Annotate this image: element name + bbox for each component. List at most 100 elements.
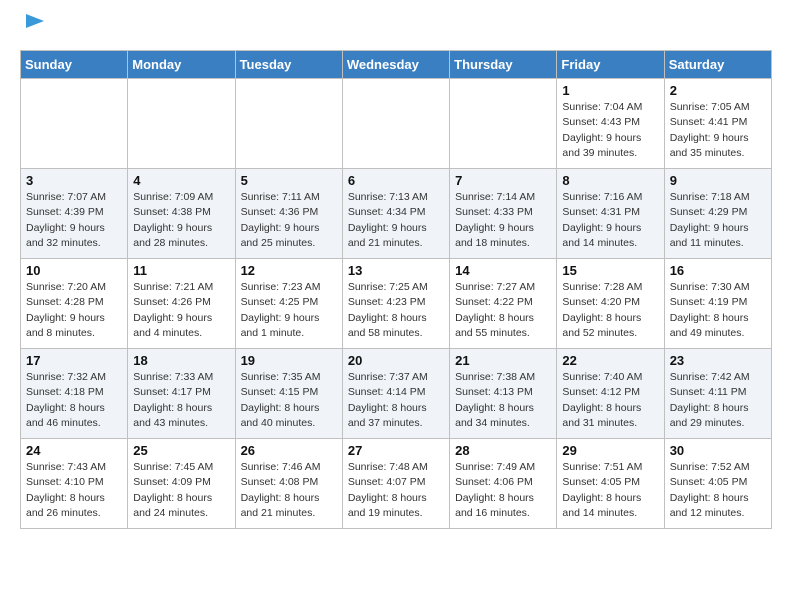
weekday-header: Tuesday [235, 51, 342, 79]
calendar-cell: 30 Sunrise: 7:52 AM Sunset: 4:05 PM Dayli… [664, 439, 771, 529]
day-info: Sunrise: 7:23 AM Sunset: 4:25 PM Dayligh… [241, 281, 321, 339]
weekday-header: Monday [128, 51, 235, 79]
day-info: Sunrise: 7:18 AM Sunset: 4:29 PM Dayligh… [670, 191, 750, 249]
calendar-cell: 25 Sunrise: 7:45 AM Sunset: 4:09 PM Dayli… [128, 439, 235, 529]
day-number: 28 [455, 443, 551, 458]
day-number: 12 [241, 263, 337, 278]
day-number: 16 [670, 263, 766, 278]
day-info: Sunrise: 7:27 AM Sunset: 4:22 PM Dayligh… [455, 281, 535, 339]
calendar-week-row: 24 Sunrise: 7:43 AM Sunset: 4:10 PM Dayli… [21, 439, 772, 529]
day-number: 30 [670, 443, 766, 458]
weekday-header: Friday [557, 51, 664, 79]
weekday-header: Thursday [450, 51, 557, 79]
day-number: 26 [241, 443, 337, 458]
calendar-cell: 11 Sunrise: 7:21 AM Sunset: 4:26 PM Dayli… [128, 259, 235, 349]
calendar-cell [342, 79, 449, 169]
day-number: 15 [562, 263, 658, 278]
calendar-cell: 5 Sunrise: 7:11 AM Sunset: 4:36 PM Daylig… [235, 169, 342, 259]
calendar-cell: 29 Sunrise: 7:51 AM Sunset: 4:05 PM Dayli… [557, 439, 664, 529]
calendar-cell: 20 Sunrise: 7:37 AM Sunset: 4:14 PM Dayli… [342, 349, 449, 439]
calendar-cell: 22Sunrise: 7:40 AM Sunset: 4:12 PM Dayli… [557, 349, 664, 439]
day-number: 9 [670, 173, 766, 188]
day-info: Sunrise: 7:32 AM Sunset: 4:18 PM Dayligh… [26, 371, 106, 429]
day-number: 14 [455, 263, 551, 278]
day-number: 13 [348, 263, 444, 278]
day-info: Sunrise: 7:49 AM Sunset: 4:06 PM Dayligh… [455, 461, 535, 519]
weekday-header: Wednesday [342, 51, 449, 79]
logo [20, 16, 46, 40]
day-number: 23 [670, 353, 766, 368]
day-number: 25 [133, 443, 229, 458]
day-info: Sunrise: 7:28 AM Sunset: 4:20 PM Dayligh… [562, 281, 642, 339]
day-info: Sunrise: 7:21 AM Sunset: 4:26 PM Dayligh… [133, 281, 213, 339]
day-number: 27 [348, 443, 444, 458]
calendar-week-row: 1Sunrise: 7:04 AM Sunset: 4:43 PM Daylig… [21, 79, 772, 169]
day-info: Sunrise: 7:04 AM Sunset: 4:43 PM Dayligh… [562, 101, 642, 159]
day-number: 21 [455, 353, 551, 368]
calendar-cell: 15 Sunrise: 7:28 AM Sunset: 4:20 PM Dayli… [557, 259, 664, 349]
calendar-cell: 16Sunrise: 7:30 AM Sunset: 4:19 PM Dayli… [664, 259, 771, 349]
calendar-cell: 1Sunrise: 7:04 AM Sunset: 4:43 PM Daylig… [557, 79, 664, 169]
calendar-week-row: 17 Sunrise: 7:32 AM Sunset: 4:18 PM Dayli… [21, 349, 772, 439]
day-number: 4 [133, 173, 229, 188]
day-info: Sunrise: 7:09 AM Sunset: 4:38 PM Dayligh… [133, 191, 213, 249]
calendar-cell: 13 Sunrise: 7:25 AM Sunset: 4:23 PM Dayli… [342, 259, 449, 349]
calendar-cell: 6 Sunrise: 7:13 AM Sunset: 4:34 PM Daylig… [342, 169, 449, 259]
day-info: Sunrise: 7:25 AM Sunset: 4:23 PM Dayligh… [348, 281, 428, 339]
calendar-cell: 7 Sunrise: 7:14 AM Sunset: 4:33 PM Daylig… [450, 169, 557, 259]
day-info: Sunrise: 7:33 AM Sunset: 4:17 PM Dayligh… [133, 371, 213, 429]
day-info: Sunrise: 7:43 AM Sunset: 4:10 PM Dayligh… [26, 461, 106, 519]
day-info: Sunrise: 7:45 AM Sunset: 4:09 PM Dayligh… [133, 461, 213, 519]
day-number: 20 [348, 353, 444, 368]
calendar-cell [128, 79, 235, 169]
calendar-cell: 14 Sunrise: 7:27 AM Sunset: 4:22 PM Dayli… [450, 259, 557, 349]
calendar-cell: 23 Sunrise: 7:42 AM Sunset: 4:11 PM Dayli… [664, 349, 771, 439]
day-info: Sunrise: 7:13 AM Sunset: 4:34 PM Dayligh… [348, 191, 428, 249]
logo-arrow-icon [24, 10, 46, 32]
day-info: Sunrise: 7:16 AM Sunset: 4:31 PM Dayligh… [562, 191, 642, 249]
day-number: 29 [562, 443, 658, 458]
day-number: 6 [348, 173, 444, 188]
calendar-cell: 8Sunrise: 7:16 AM Sunset: 4:31 PM Daylig… [557, 169, 664, 259]
day-info: Sunrise: 7:48 AM Sunset: 4:07 PM Dayligh… [348, 461, 428, 519]
day-number: 24 [26, 443, 122, 458]
calendar-header-row: SundayMondayTuesdayWednesdayThursdayFrid… [21, 51, 772, 79]
calendar-cell: 17 Sunrise: 7:32 AM Sunset: 4:18 PM Dayli… [21, 349, 128, 439]
day-number: 19 [241, 353, 337, 368]
calendar-cell [21, 79, 128, 169]
calendar-cell: 27 Sunrise: 7:48 AM Sunset: 4:07 PM Dayli… [342, 439, 449, 529]
day-info: Sunrise: 7:20 AM Sunset: 4:28 PM Dayligh… [26, 281, 106, 339]
header-area [20, 16, 772, 40]
day-info: Sunrise: 7:14 AM Sunset: 4:33 PM Dayligh… [455, 191, 535, 249]
day-number: 17 [26, 353, 122, 368]
day-info: Sunrise: 7:37 AM Sunset: 4:14 PM Dayligh… [348, 371, 428, 429]
day-number: 7 [455, 173, 551, 188]
weekday-header: Saturday [664, 51, 771, 79]
calendar-week-row: 3Sunrise: 7:07 AM Sunset: 4:39 PM Daylig… [21, 169, 772, 259]
calendar-cell [450, 79, 557, 169]
day-number: 22 [562, 353, 658, 368]
day-number: 18 [133, 353, 229, 368]
day-info: Sunrise: 7:35 AM Sunset: 4:15 PM Dayligh… [241, 371, 321, 429]
day-number: 10 [26, 263, 122, 278]
day-number: 5 [241, 173, 337, 188]
day-info: Sunrise: 7:52 AM Sunset: 4:05 PM Dayligh… [670, 461, 750, 519]
calendar-cell: 10 Sunrise: 7:20 AM Sunset: 4:28 PM Dayli… [21, 259, 128, 349]
page: SundayMondayTuesdayWednesdayThursdayFrid… [0, 0, 792, 545]
calendar-cell: 21Sunrise: 7:38 AM Sunset: 4:13 PM Dayli… [450, 349, 557, 439]
day-info: Sunrise: 7:51 AM Sunset: 4:05 PM Dayligh… [562, 461, 642, 519]
calendar-cell: 12 Sunrise: 7:23 AM Sunset: 4:25 PM Dayli… [235, 259, 342, 349]
day-info: Sunrise: 7:11 AM Sunset: 4:36 PM Dayligh… [241, 191, 320, 249]
calendar-cell: 3Sunrise: 7:07 AM Sunset: 4:39 PM Daylig… [21, 169, 128, 259]
weekday-header: Sunday [21, 51, 128, 79]
day-number: 2 [670, 83, 766, 98]
day-info: Sunrise: 7:05 AM Sunset: 4:41 PM Dayligh… [670, 101, 750, 159]
calendar-table: SundayMondayTuesdayWednesdayThursdayFrid… [20, 50, 772, 529]
calendar-cell: 24 Sunrise: 7:43 AM Sunset: 4:10 PM Dayli… [21, 439, 128, 529]
calendar-cell: 28 Sunrise: 7:49 AM Sunset: 4:06 PM Dayli… [450, 439, 557, 529]
day-info: Sunrise: 7:07 AM Sunset: 4:39 PM Dayligh… [26, 191, 106, 249]
day-number: 11 [133, 263, 229, 278]
day-info: Sunrise: 7:42 AM Sunset: 4:11 PM Dayligh… [670, 371, 750, 429]
calendar-week-row: 10 Sunrise: 7:20 AM Sunset: 4:28 PM Dayli… [21, 259, 772, 349]
calendar-cell: 9 Sunrise: 7:18 AM Sunset: 4:29 PM Daylig… [664, 169, 771, 259]
